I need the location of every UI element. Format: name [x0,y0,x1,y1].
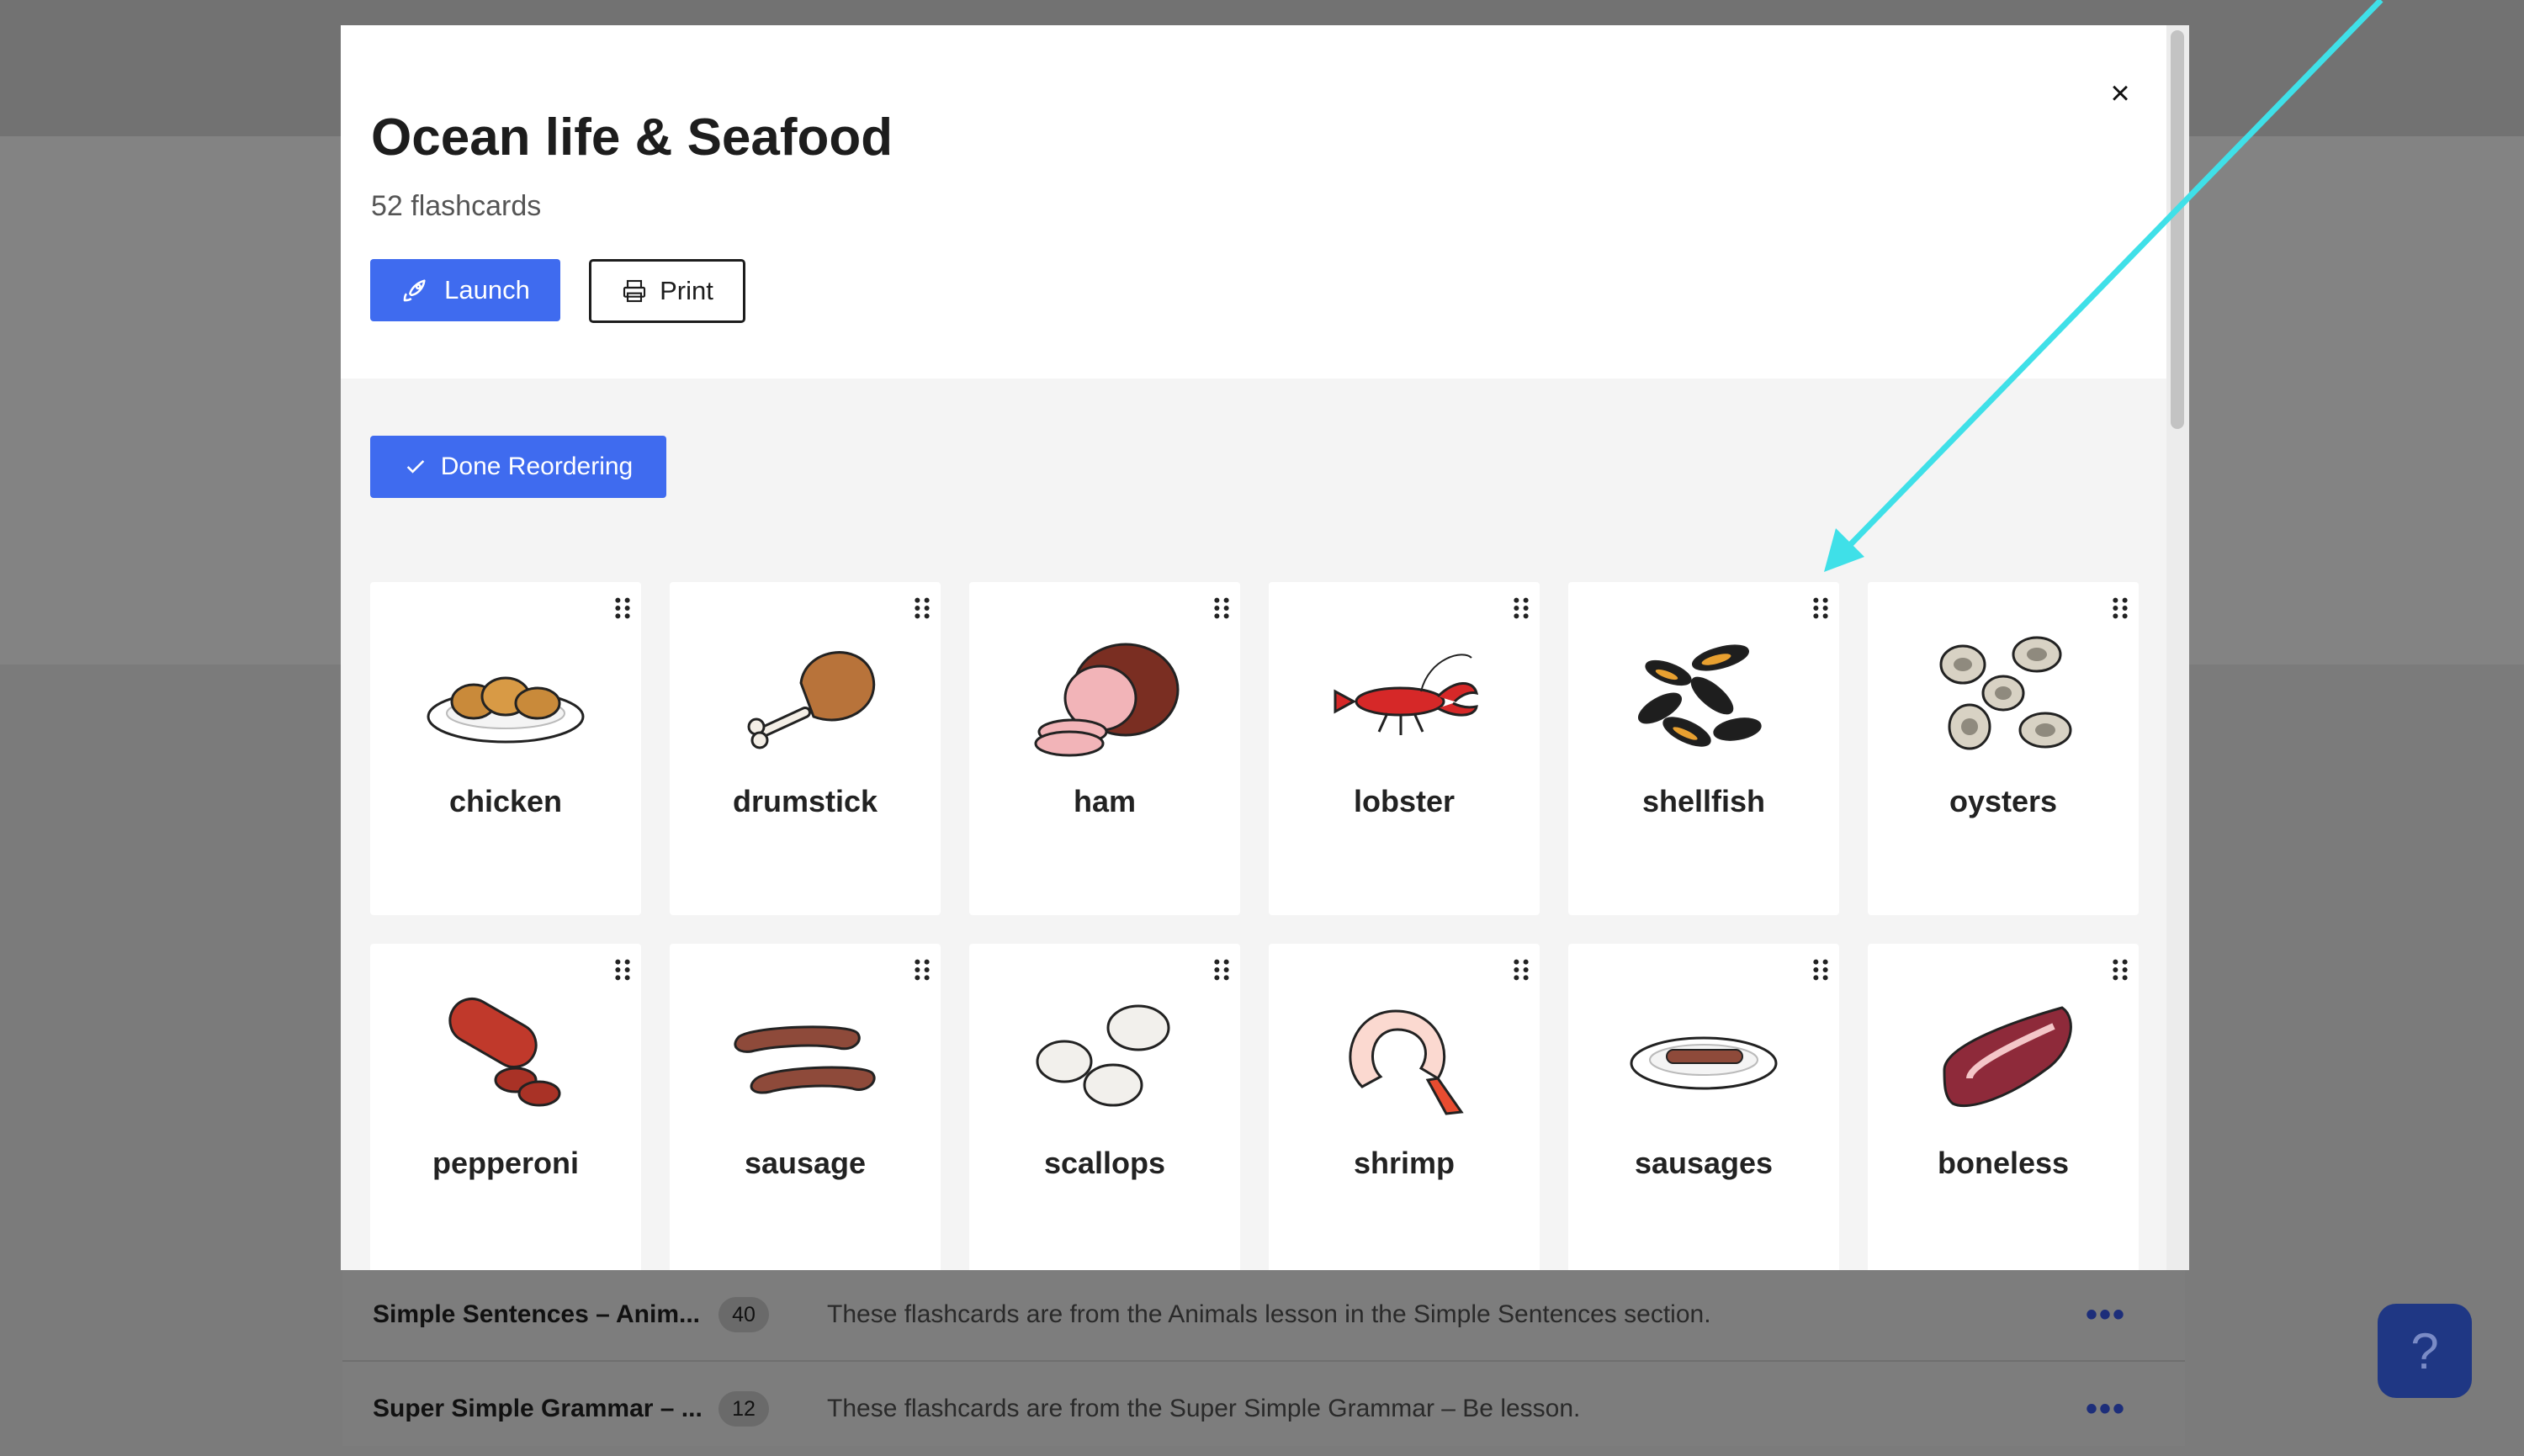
flashcard-label: pepperoni [432,1146,579,1180]
mussels-icon [1638,644,1762,747]
background-flashcard-list: Simple Sentences – Anim... 40 These flas… [342,1266,2185,1446]
flashcard[interactable]: boneless [1868,944,2139,1270]
launch-label: Launch [444,275,530,304]
list-item[interactable]: Super Simple Grammar – ... 12 These flas… [342,1360,2185,1456]
check-icon [406,460,424,474]
help-button[interactable]: ? [2378,1304,2472,1398]
flashcard[interactable]: ham [969,582,1240,915]
flashcard-label: shellfish [1641,784,1766,818]
ham-icon [1034,643,1180,757]
row-title[interactable]: Simple Sentences – Anim... [373,1300,700,1329]
sausages-plate-icon [1630,1036,1778,1090]
flashcard-label: lobster [1353,784,1456,818]
close-button[interactable]: × [2099,72,2141,114]
flashcard-label: scallops [1043,1146,1166,1180]
row-title[interactable]: Super Simple Grammar – ... [373,1395,703,1423]
flashcard-label: boneless [1937,1146,2070,1180]
drag-handle-icon[interactable] [612,596,633,621]
sausage-icon [734,1025,876,1094]
rocket-icon [403,279,426,302]
printer-icon [623,279,646,303]
flashcard[interactable]: sausage [670,944,941,1270]
flashcard-set-modal: × Ocean life & Seafood 52 flashcards Lau… [341,25,2189,1270]
drag-handle-icon[interactable] [1511,596,1531,621]
flashcard-label: shrimp [1353,1146,1456,1180]
drag-handle-icon[interactable] [2110,596,2130,621]
drag-handle-icon[interactable] [912,957,932,982]
drag-handle-icon[interactable] [912,596,932,621]
drumstick-icon [747,651,876,749]
boneless-meat-icon [1943,1006,2072,1108]
pepperoni-icon [448,998,561,1107]
row-count-badge: 40 [718,1297,769,1332]
scrollbar-thumb[interactable] [2171,30,2184,429]
flashcard[interactable]: sausages [1568,944,1839,1270]
drag-handle-icon[interactable] [1212,957,1232,982]
reorder-area: Done Reordering chicken drumstick ham lo… [341,379,2166,1270]
launch-button[interactable]: Launch [370,259,560,321]
lobster-icon [1334,654,1479,735]
print-button[interactable]: Print [589,259,745,323]
more-options-icon[interactable]: ••• [2086,1390,2126,1428]
flashcard[interactable]: oysters [1868,582,2139,915]
more-options-icon[interactable]: ••• [2086,1296,2126,1334]
done-reordering-label: Done Reordering [440,453,634,480]
flashcard-label: drumstick [732,784,878,818]
drag-handle-icon[interactable] [1811,596,1831,621]
drag-handle-icon[interactable] [1511,957,1531,982]
modal-scrollbar[interactable] [2166,25,2189,1270]
scallops-icon [1036,1004,1170,1107]
done-reordering-button[interactable]: Done Reordering [370,436,666,498]
drag-handle-icon[interactable] [612,957,633,982]
flashcard-label: ham [1073,784,1137,818]
fried-chicken-plate-icon [427,676,585,744]
oysters-icon [1939,636,2072,750]
flashcard-label: sausages [1634,1146,1774,1180]
flashcard-label: oysters [1949,784,2058,818]
flashcard[interactable]: shellfish [1568,582,1839,915]
flashcard[interactable]: drumstick [670,582,941,915]
flashcard-label: sausage [744,1146,867,1180]
page-title: Ocean life & Seafood [371,109,893,167]
list-item[interactable]: Simple Sentences – Anim... 40 These flas… [342,1266,2185,1362]
row-count-badge: 12 [718,1391,769,1427]
flashcard[interactable]: shrimp [1269,944,1540,1270]
flashcard[interactable]: pepperoni [370,944,641,1270]
drag-handle-icon[interactable] [2110,957,2130,982]
row-description: These flashcards are from the Super Simp… [827,1395,1581,1422]
shrimp-icon [1349,1009,1464,1115]
flashcard[interactable]: lobster [1269,582,1540,915]
drag-handle-icon[interactable] [1212,596,1232,621]
flashcard[interactable]: chicken [370,582,641,915]
flashcard-label: chicken [448,784,563,818]
modal-header: × Ocean life & Seafood 52 flashcards Lau… [341,25,2166,379]
print-label: Print [660,276,713,305]
row-description: These flashcards are from the Animals le… [827,1300,1711,1328]
flashcard[interactable]: scallops [969,944,1240,1270]
drag-handle-icon[interactable] [1811,957,1831,982]
flashcard-count: 52 flashcards [371,190,542,222]
